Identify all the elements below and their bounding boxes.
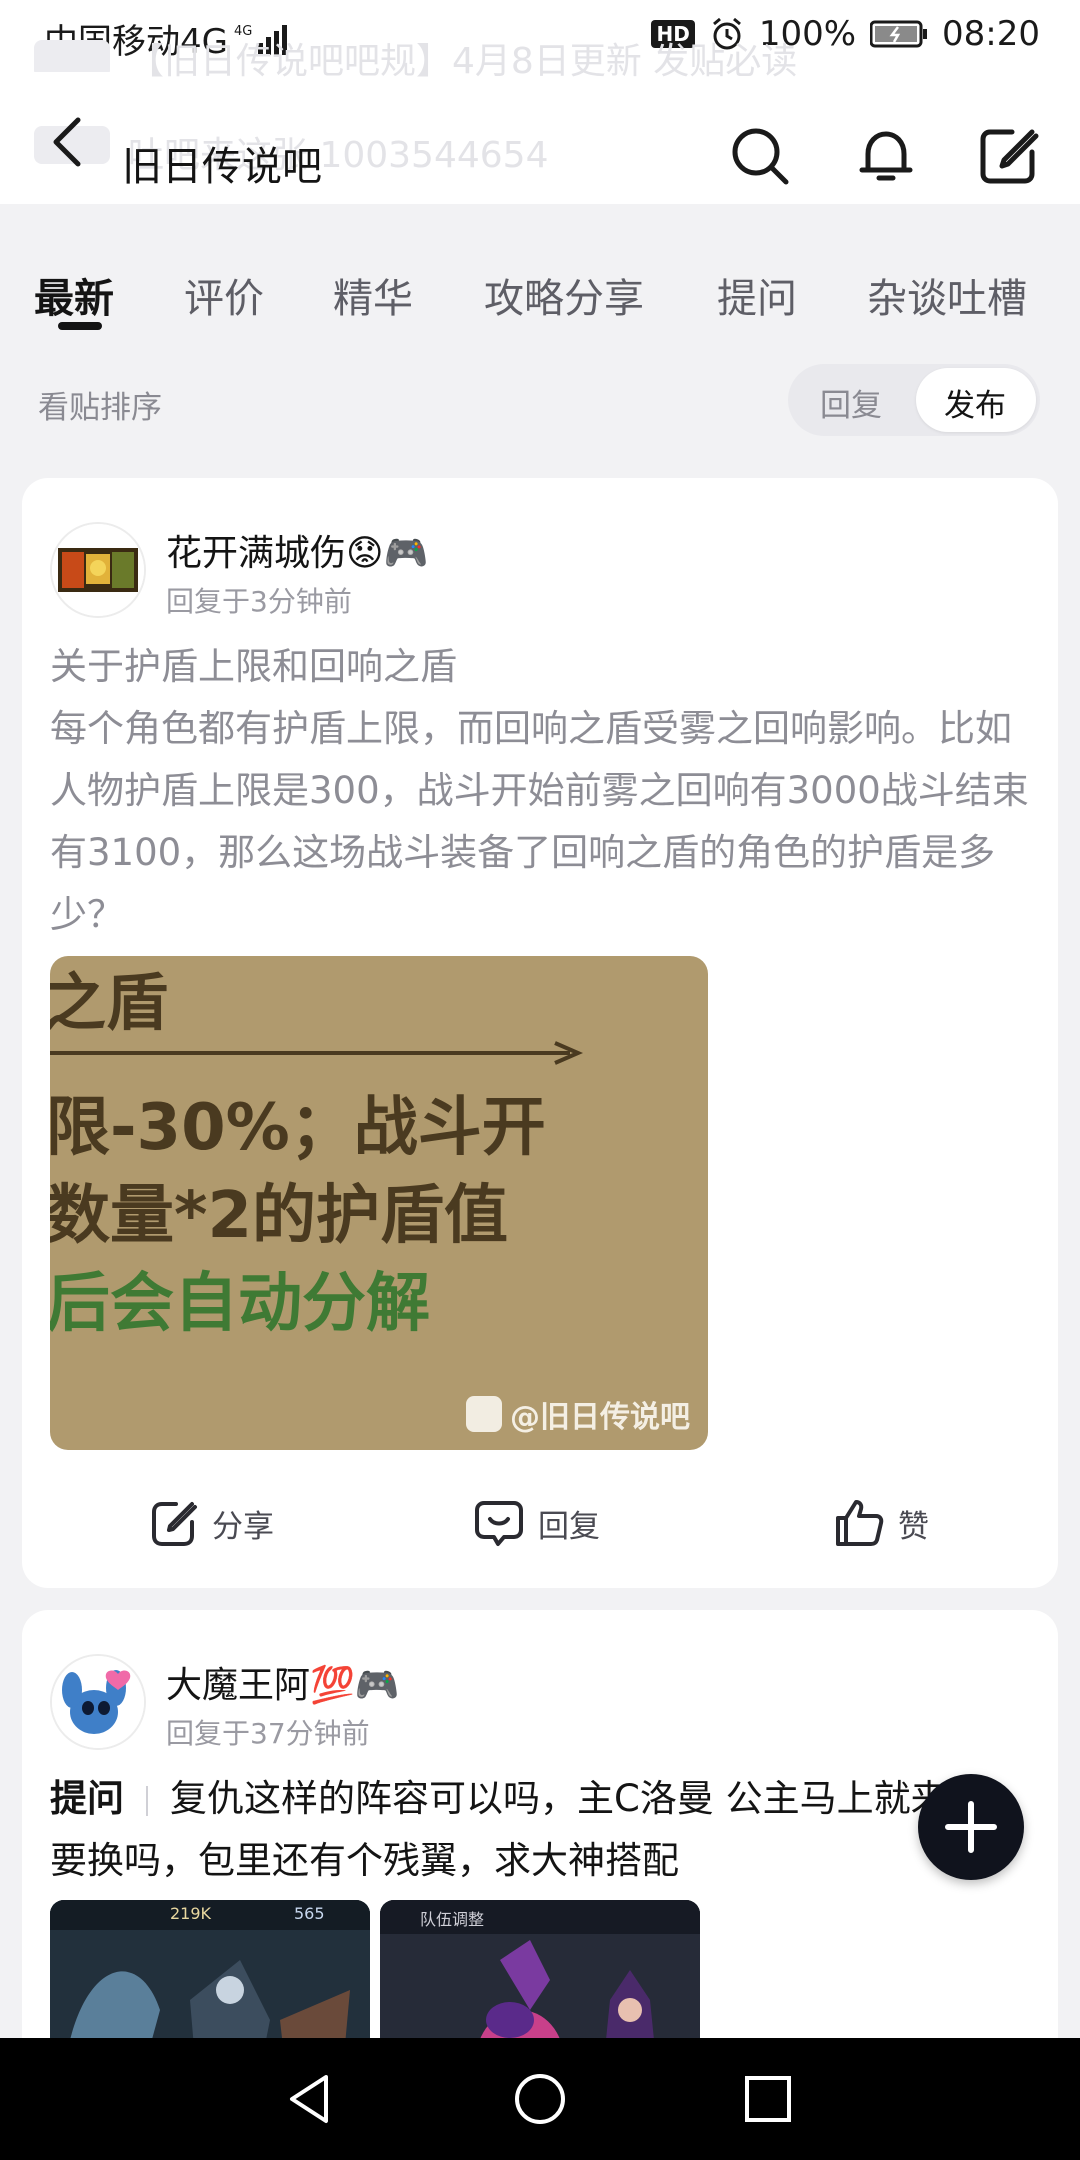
ghost-pinned-title: 【旧日传说吧吧规】4月8日更新 发贴必读 — [128, 41, 798, 82]
app-header: 吐吧来这张 1003544654 旧日传说吧 — [0, 72, 1080, 204]
sort-toggle: 回复 发布 — [788, 364, 1040, 436]
nav-home-icon[interactable] — [510, 2069, 570, 2129]
sort-option-publish[interactable]: 发布 — [944, 380, 1006, 425]
thumb-team-label: 队伍调整 — [420, 1910, 485, 1929]
sort-label: 看贴排序 — [38, 390, 162, 426]
battery-icon — [870, 20, 928, 48]
tab-featured[interactable]: 精华 — [333, 266, 413, 324]
tag-divider — [146, 1785, 148, 1816]
category-tabs: 最新 评价 精华 攻略分享 提问 杂谈吐槽 — [0, 204, 1080, 334]
reply-label: 回复 — [538, 1508, 600, 1545]
username[interactable]: 大魔王阿💯🎮 — [166, 1656, 400, 1708]
post-time: 回复于3分钟前 — [166, 585, 352, 618]
post-actions: 分享 回复 赞 — [22, 1478, 1058, 1568]
post-title: 关于护盾上限和回响之盾 — [50, 645, 457, 688]
watermark-logo-icon — [466, 1396, 502, 1432]
share-button[interactable]: 分享 — [148, 1478, 274, 1568]
tab-questions[interactable]: 提问 — [717, 266, 797, 324]
clock: 08:20 — [942, 14, 1040, 54]
active-tab-indicator — [58, 322, 102, 330]
search-icon[interactable] — [728, 124, 792, 188]
plus-icon — [945, 1801, 997, 1853]
post-body: 每个角色都有护盾上限，而回响之盾受雾之回响影响。比如人物护盾上限是300，战斗开… — [50, 707, 1029, 936]
like-button[interactable]: 赞 — [834, 1478, 929, 1568]
tab-review[interactable]: 评价 — [184, 266, 264, 324]
avatar[interactable] — [50, 1654, 146, 1750]
nav-back-icon[interactable] — [280, 2069, 340, 2129]
system-nav-bar — [0, 2038, 1080, 2160]
bell-icon[interactable] — [854, 124, 918, 188]
image-watermark: @旧日传说吧 — [466, 1392, 690, 1436]
comment-icon — [475, 1501, 523, 1546]
post-tag: 提问 — [50, 1777, 124, 1820]
avatar[interactable] — [50, 522, 146, 618]
tab-latest[interactable]: 最新 — [34, 266, 114, 324]
image-text-4: 后会自动分解 — [50, 1267, 430, 1341]
share-icon — [152, 1502, 197, 1546]
post-card[interactable]: 花开满城伤😟🎮 回复于3分钟前 关于护盾上限和回响之盾 每个角色都有护盾上限，而… — [22, 478, 1058, 1588]
post-image[interactable]: 之盾 限-30%；战斗开 数量*2的护盾值 后会自动分解 @旧日传说吧 — [50, 956, 708, 1450]
thumb-stat-1: 219K — [170, 1904, 212, 1923]
avatar-image — [52, 1656, 144, 1748]
page-title: 旧日传说吧 — [122, 144, 322, 190]
post-content: 提问 复仇这样的阵容可以吗，主C洛曼 公主马上就来了，要换吗，包里还有个残翼，求大… — [50, 1768, 1030, 1892]
thumb-stat-2: 565 — [294, 1904, 325, 1923]
like-label: 赞 — [898, 1508, 929, 1545]
image-text-2: 限-30%；战斗开 — [50, 1091, 546, 1165]
new-post-button[interactable] — [918, 1774, 1024, 1880]
image-text-3: 数量*2的护盾值 — [50, 1179, 508, 1253]
share-label: 分享 — [212, 1508, 274, 1545]
nav-recents-icon[interactable] — [738, 2069, 798, 2129]
back-arrow-icon[interactable] — [46, 114, 90, 170]
tab-guides[interactable]: 攻略分享 — [484, 266, 644, 324]
post-time: 回复于37分钟前 — [166, 1717, 370, 1750]
thumbs-up-icon — [836, 1500, 884, 1546]
watermark-text: @旧日传说吧 — [510, 1400, 690, 1435]
image-arrow-line — [50, 1041, 584, 1065]
avatar-image — [52, 524, 144, 616]
tab-chat[interactable]: 杂谈吐槽 — [867, 266, 1027, 324]
sort-option-reply[interactable]: 回复 — [820, 380, 882, 425]
image-text-1: 之盾 — [50, 966, 169, 1039]
username[interactable]: 花开满城伤😟🎮 — [166, 524, 428, 576]
edit-icon[interactable] — [976, 124, 1040, 188]
post-body: 复仇这样的阵容可以吗，主C洛曼 公主马上就来了，要换吗，包里还有个残翼，求大神搭… — [50, 1777, 1022, 1882]
reply-button[interactable]: 回复 — [474, 1478, 600, 1568]
